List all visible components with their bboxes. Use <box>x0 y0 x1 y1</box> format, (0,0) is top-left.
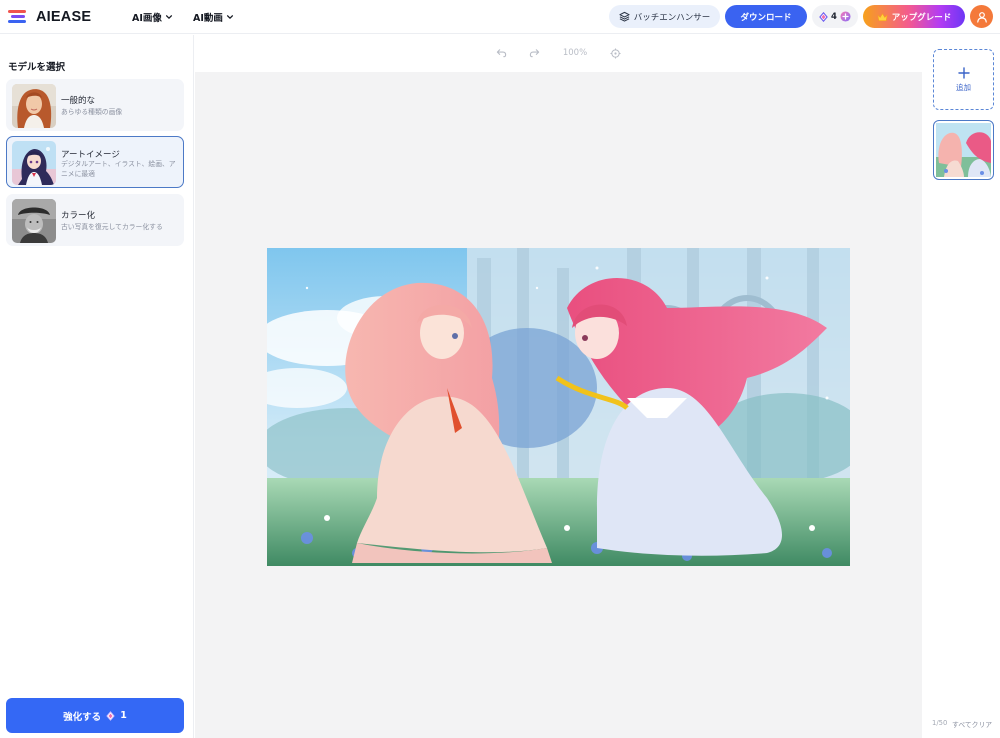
undo-icon <box>496 49 506 58</box>
logo[interactable]: AIEASE <box>8 8 91 26</box>
diamond-icon <box>819 11 828 22</box>
upgrade-label: アップグレード <box>891 12 952 23</box>
credits-count: 4 <box>831 11 837 22</box>
batch-enhancer-button[interactable]: バッチエンハンサー <box>609 5 720 28</box>
model-thumb-colorize <box>12 199 56 243</box>
top-header: AIEASE AI画像 AI動画 バッチエンハンサー ダウンロード 4 アップグ… <box>0 0 1000 34</box>
main-image-preview[interactable] <box>267 248 850 566</box>
nav-ai-image-label: AI画像 <box>132 13 162 24</box>
reset-view-button[interactable] <box>608 46 622 60</box>
enhance-cost: 1 <box>120 710 127 721</box>
undo-button[interactable] <box>494 46 508 60</box>
history-panel: 追加 <box>923 35 1000 738</box>
user-avatar[interactable] <box>970 5 993 28</box>
redo-button[interactable] <box>527 46 541 60</box>
nav-ai-video[interactable]: AI動画 <box>193 9 234 25</box>
model-name-colorize: カラー化 <box>61 211 96 221</box>
credits-badge[interactable]: 4 <box>812 5 858 28</box>
zoom-level[interactable]: 100% <box>561 46 589 60</box>
logo-mark-icon <box>8 10 30 24</box>
add-image-button[interactable]: 追加 <box>933 49 994 110</box>
nav-ai-image[interactable]: AI画像 <box>132 9 173 25</box>
history-thumbnail[interactable] <box>933 120 994 180</box>
user-icon <box>976 11 987 23</box>
reset-icon <box>609 47 621 59</box>
model-card-general[interactable]: 一般的な あらゆる種類の画像 <box>6 79 184 131</box>
download-label: ダウンロード <box>740 12 792 23</box>
model-card-art[interactable]: アートイメージ デジタルアート、イラスト、絵画、アニメに最適 <box>6 136 184 188</box>
clear-all-button[interactable]: すべてクリア <box>952 719 992 729</box>
redo-icon <box>529 49 539 58</box>
canvas-area: 100% <box>195 35 922 738</box>
anime-artwork <box>267 248 850 566</box>
diamond-icon <box>106 710 115 721</box>
history-count: 1/50 <box>932 719 948 727</box>
model-thumb-general <box>12 84 56 128</box>
enhance-label: 強化する <box>63 711 102 723</box>
add-image-label: 追加 <box>956 82 971 92</box>
upgrade-button[interactable]: アップグレード <box>863 5 965 28</box>
crown-icon <box>877 12 888 21</box>
chevron-down-icon <box>226 15 233 19</box>
model-desc-general: あらゆる種類の画像 <box>61 108 123 116</box>
enhance-button[interactable]: 強化する 1 <box>6 698 184 733</box>
batch-enhancer-label: バッチエンハンサー <box>633 12 711 23</box>
download-button[interactable]: ダウンロード <box>725 5 807 28</box>
nav-ai-video-label: AI動画 <box>193 13 223 24</box>
logo-text: AIEASE <box>36 9 92 25</box>
model-name-general: 一般的な <box>61 96 96 106</box>
canvas-toolbar: 100% <box>195 35 922 72</box>
plus-circle-icon <box>840 11 851 22</box>
model-desc-art: デジタルアート、イラスト、絵画、アニメに最適 <box>61 160 176 178</box>
model-card-colorize[interactable]: カラー化 古い写真を復元してカラー化する <box>6 194 184 246</box>
chevron-down-icon <box>165 15 172 19</box>
model-thumb-art <box>12 141 56 185</box>
plus-icon <box>957 66 970 79</box>
history-thumbnail-image <box>936 123 991 177</box>
model-sidebar: モデルを選択 一般的な あらゆる種類の画像 アートイメージ デジタルアート、イラ… <box>0 35 194 738</box>
sidebar-title: モデルを選択 <box>8 62 66 73</box>
model-desc-colorize: 古い写真を復元してカラー化する <box>61 223 163 231</box>
layers-icon <box>619 11 630 22</box>
